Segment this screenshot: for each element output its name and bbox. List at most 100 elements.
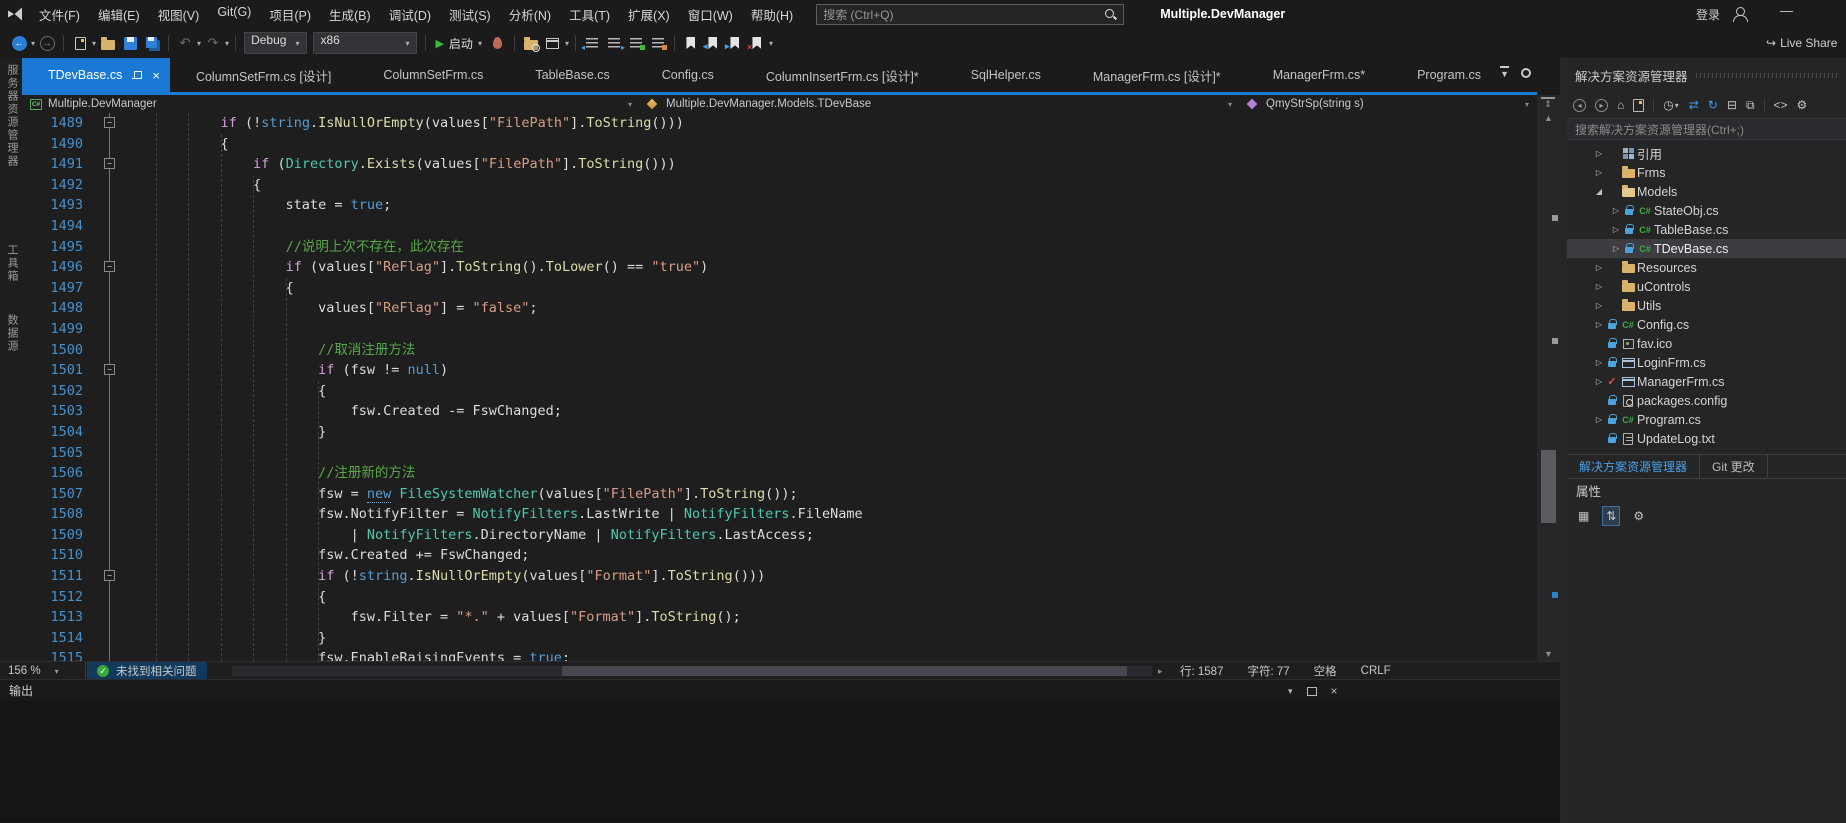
status-eol[interactable]: CRLF [1361, 665, 1391, 677]
menu-item-11[interactable]: 扩展(X) [619, 0, 679, 29]
expand-arrow-icon[interactable]: ▷ [1593, 263, 1605, 272]
pin-tab-icon[interactable] [132, 69, 144, 81]
open-file-button[interactable] [98, 31, 118, 55]
tree-item-tdevbase-cs[interactable]: ▷C#TDevBase.cs [1567, 239, 1846, 258]
indent-increase-button[interactable] [604, 31, 624, 55]
breadcrumb-type-dropdown[interactable]: Multiple.DevManager.Models.TDevBase ▾ [640, 95, 1240, 113]
tree-item-config-cs[interactable]: ▷C#Config.cs [1567, 315, 1846, 334]
output-window-header[interactable]: 输出 ▾ × [0, 679, 1560, 701]
undo-button[interactable]: ↶ [175, 31, 195, 55]
props-categorized-button[interactable]: ▦ [1575, 507, 1592, 525]
menu-item-1[interactable]: 文件(F) [30, 0, 89, 29]
expand-arrow-icon[interactable]: ▷ [1593, 282, 1605, 291]
redo-button[interactable]: ↷ [203, 31, 223, 55]
solution-platform-dropdown[interactable]: x86▾ [313, 32, 417, 54]
save-button[interactable] [120, 31, 140, 55]
menu-item-9[interactable]: 分析(N) [500, 0, 560, 29]
document-tab-8[interactable]: ManagerFrm.cs [设计]* [1067, 58, 1247, 92]
document-tab-2[interactable]: ColumnSetFrm.cs [设计] [170, 58, 357, 92]
tree-item-loginfrm-cs[interactable]: ▷LoginFrm.cs [1567, 353, 1846, 372]
tree-item-stateobj-cs[interactable]: ▷C#StateObj.cs [1567, 201, 1846, 220]
account-icon[interactable] [1732, 6, 1748, 22]
se-forward-button[interactable]: ▸ [1595, 99, 1608, 112]
hot-reload-button[interactable] [488, 31, 508, 55]
expand-arrow-icon[interactable]: ▷ [1610, 225, 1622, 234]
collapse-arrow-icon[interactable]: ◢ [1593, 187, 1605, 196]
toolbar-overflow-dropdown[interactable]: ▾ [769, 39, 773, 48]
redo-dropdown[interactable]: ▾ [225, 39, 229, 48]
tree-item-models[interactable]: ◢Models [1567, 182, 1846, 201]
document-tab-10[interactable]: Program.cs [1391, 58, 1507, 92]
tree-item-managerfrm-cs[interactable]: ▷✓ManagerFrm.cs [1567, 372, 1846, 391]
se-sync-with-active-document[interactable]: ⇄ [1689, 98, 1699, 112]
menu-item-13[interactable]: 帮助(H) [742, 0, 802, 29]
fold-collapse-box[interactable]: − [104, 364, 115, 375]
editor-horizontal-scrollbar[interactable] [232, 666, 1152, 676]
navigate-back-dropdown[interactable]: ▾ [31, 39, 35, 48]
se-show-all-files-button[interactable]: ⚙ [1797, 98, 1808, 112]
expand-arrow-icon[interactable]: ▷ [1593, 168, 1605, 177]
live-share-button[interactable]: ↪ Live Share [1766, 32, 1846, 54]
menu-item-10[interactable]: 工具(T) [560, 0, 619, 29]
fold-collapse-box[interactable]: − [104, 261, 115, 272]
scroll-down-arrow[interactable]: ▼ [1537, 649, 1560, 659]
code-editor[interactable]: 1489− if (!string.IsNullOrEmpty(values["… [22, 113, 1537, 661]
se-preview-button[interactable] [1633, 99, 1644, 112]
panel-splitter[interactable] [1560, 58, 1567, 823]
editor-zoom-dropdown[interactable]: 156 %▾ [0, 662, 86, 680]
active-files-dropdown[interactable]: ▼ [1500, 66, 1509, 79]
window-layout-button[interactable] [543, 31, 563, 55]
props-property-pages-button[interactable]: ⚙ [1630, 507, 1647, 525]
tree-item-tablebase-cs[interactable]: ▷C#TableBase.cs [1567, 220, 1846, 239]
window-layout-dropdown[interactable]: ▾ [565, 39, 569, 48]
sign-in-button[interactable]: 登录 [1696, 6, 1720, 23]
document-tab-4[interactable]: TableBase.cs [509, 58, 635, 92]
minimize-button[interactable]: — [1780, 3, 1793, 18]
panel-tab-2[interactable]: Git 更改 [1700, 455, 1768, 478]
se-refresh-button[interactable]: ↻ [1708, 98, 1718, 112]
document-tab-1[interactable]: TDevBase.cs× [22, 58, 170, 92]
editor-vertical-scrollbar[interactable]: ⇕ ▲ ▼ [1537, 95, 1560, 661]
tab-options-icon[interactable] [1521, 68, 1531, 78]
document-health-indicator[interactable]: ✓ 未找到相关问题 [87, 662, 207, 680]
previous-bookmark-button[interactable]: ◂ [703, 31, 723, 55]
expand-arrow-icon[interactable]: ▷ [1593, 149, 1605, 158]
tree-item-resources[interactable]: ▷Resources [1567, 258, 1846, 277]
menu-item-2[interactable]: 编辑(E) [89, 0, 149, 29]
tree-item-program-cs[interactable]: ▷C#Program.cs [1567, 410, 1846, 429]
panel-tab-1[interactable]: 解决方案资源管理器 [1567, 455, 1700, 478]
indent-decrease-button[interactable] [582, 31, 602, 55]
tree-item-fav-ico[interactable]: fav.ico [1567, 334, 1846, 353]
tree-item--[interactable]: ▷引用 [1567, 144, 1846, 163]
window-position-dropdown[interactable]: ▾ [1288, 686, 1293, 697]
solution-configuration-dropdown[interactable]: Debug▾ [244, 32, 307, 54]
split-editor-handle[interactable]: ⇕ [1541, 97, 1555, 109]
expand-arrow-icon[interactable]: ▷ [1610, 244, 1622, 253]
menu-item-8[interactable]: 测试(S) [440, 0, 500, 29]
uncomment-button[interactable] [648, 31, 668, 55]
tree-item-ucontrols[interactable]: ▷uControls [1567, 277, 1846, 296]
toggle-bookmark-button[interactable] [681, 31, 701, 55]
start-debugging-button[interactable]: ▶ 启动 ▾ [435, 35, 483, 52]
menu-item-7[interactable]: 调试(D) [380, 0, 440, 29]
new-file-button[interactable] [70, 31, 90, 55]
menu-item-3[interactable]: 视图(V) [149, 0, 209, 29]
menu-item-5[interactable]: 项目(P) [260, 0, 320, 29]
menu-item-6[interactable]: 生成(B) [320, 0, 380, 29]
tab-server-explorer[interactable]: 服务器资源管理器 [4, 64, 20, 168]
se-collapse-all-button[interactable]: ⊟ [1727, 98, 1737, 112]
scroll-up-arrow[interactable]: ▲ [1537, 113, 1560, 123]
document-tab-3[interactable]: ColumnSetFrm.cs [357, 58, 509, 92]
se-view-code-button[interactable]: <> [1774, 98, 1788, 112]
se-properties-shortcut[interactable]: ⧉ [1746, 98, 1755, 113]
comment-button[interactable] [626, 31, 646, 55]
breadcrumb-member-dropdown[interactable]: QmyStrSp(string s) ▾ [1240, 95, 1537, 113]
breadcrumb-project-dropdown[interactable]: C# Multiple.DevManager ▾ [22, 95, 640, 113]
undo-dropdown[interactable]: ▾ [197, 39, 201, 48]
menu-item-12[interactable]: 窗口(W) [679, 0, 742, 29]
expand-arrow-icon[interactable]: ▷ [1610, 206, 1622, 215]
solution-explorer-search[interactable]: 搜索解决方案资源管理器(Ctrl+;) [1567, 118, 1846, 140]
document-tab-7[interactable]: SqlHelper.cs [945, 58, 1067, 92]
document-tab-5[interactable]: Config.cs [636, 58, 740, 92]
expand-arrow-icon[interactable]: ▷ [1593, 320, 1605, 329]
